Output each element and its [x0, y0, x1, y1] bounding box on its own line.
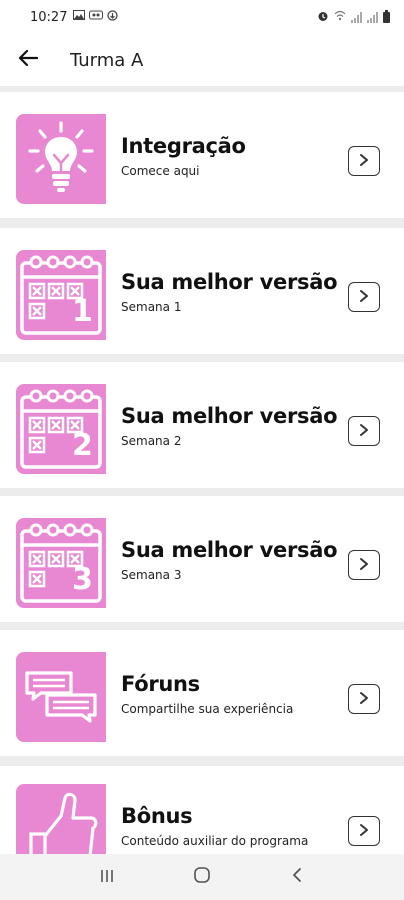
calendar-week-icon: 2	[16, 384, 106, 474]
app-bar: Turma A	[0, 34, 404, 86]
card-title: Sua melhor versão	[121, 270, 338, 294]
back-icon	[292, 867, 302, 887]
status-time: 10:27	[30, 9, 68, 25]
card-subtitle: Semana 1	[121, 300, 182, 314]
chevron-right-icon	[359, 690, 369, 709]
week-number-badge: 3	[72, 562, 93, 597]
signal-icon	[351, 11, 362, 23]
card-title: Integração	[121, 134, 246, 158]
recent-apps-icon	[99, 868, 115, 887]
calendar-week-icon: 3	[16, 518, 106, 608]
system-back-button[interactable]	[277, 857, 317, 897]
open-button[interactable]	[348, 550, 380, 580]
alarm-icon	[317, 10, 329, 25]
chevron-right-icon	[359, 152, 369, 171]
chevron-right-icon	[359, 822, 369, 841]
module-card-semana-2[interactable]: 2 Sua melhor versão Semana 2	[0, 362, 404, 488]
week-number-badge: 1	[72, 294, 93, 329]
system-nav-bar	[0, 854, 404, 900]
page-title: Turma A	[70, 49, 144, 71]
home-button[interactable]	[182, 857, 222, 897]
image-icon	[73, 10, 86, 24]
card-subtitle: Semana 3	[121, 568, 182, 582]
sync-icon	[107, 10, 119, 24]
arrow-left-icon	[18, 49, 39, 71]
module-card-semana-1[interactable]: 1 Sua melhor versão Semana 1	[0, 228, 404, 354]
card-title: Sua melhor versão	[121, 404, 338, 428]
card-title: Bônus	[121, 804, 193, 828]
module-card-foruns[interactable]: Fóruns Compartilhe sua experiência	[0, 630, 404, 756]
chat-bubbles-icon	[16, 652, 106, 742]
card-subtitle: Compartilhe sua experiência	[121, 702, 294, 716]
chevron-right-icon	[359, 422, 369, 441]
open-button[interactable]	[348, 146, 380, 176]
recent-apps-button[interactable]	[87, 857, 127, 897]
open-button[interactable]	[348, 416, 380, 446]
calendar-week-icon: 1	[16, 250, 106, 340]
home-icon	[193, 866, 211, 888]
module-card-bonus[interactable]: Bônus Conteúdo auxiliar do programa	[0, 766, 404, 854]
lightbulb-icon	[16, 114, 106, 204]
open-button[interactable]	[348, 282, 380, 312]
card-title: Fóruns	[121, 672, 200, 696]
battery-icon	[383, 9, 390, 23]
chevron-right-icon	[359, 288, 369, 307]
status-bar: 10:27	[0, 0, 404, 34]
signal-icon	[367, 11, 378, 23]
module-list[interactable]: Integração Comece aqui 1 Sua melhor vers…	[0, 86, 404, 854]
card-subtitle: Comece aqui	[121, 164, 200, 178]
nfc-icon	[89, 10, 104, 24]
card-title: Sua melhor versão	[121, 538, 338, 562]
module-card-integracao[interactable]: Integração Comece aqui	[0, 92, 404, 218]
chevron-right-icon	[359, 556, 369, 575]
wifi-icon	[334, 10, 346, 24]
open-button[interactable]	[348, 816, 380, 846]
module-card-semana-3[interactable]: 3 Sua melhor versão Semana 3	[0, 496, 404, 622]
card-subtitle: Conteúdo auxiliar do programa	[121, 834, 309, 848]
open-button[interactable]	[348, 684, 380, 714]
week-number-badge: 2	[72, 428, 93, 463]
thumbs-up-icon	[16, 784, 106, 854]
back-button[interactable]	[0, 34, 56, 86]
card-subtitle: Semana 2	[121, 434, 182, 448]
